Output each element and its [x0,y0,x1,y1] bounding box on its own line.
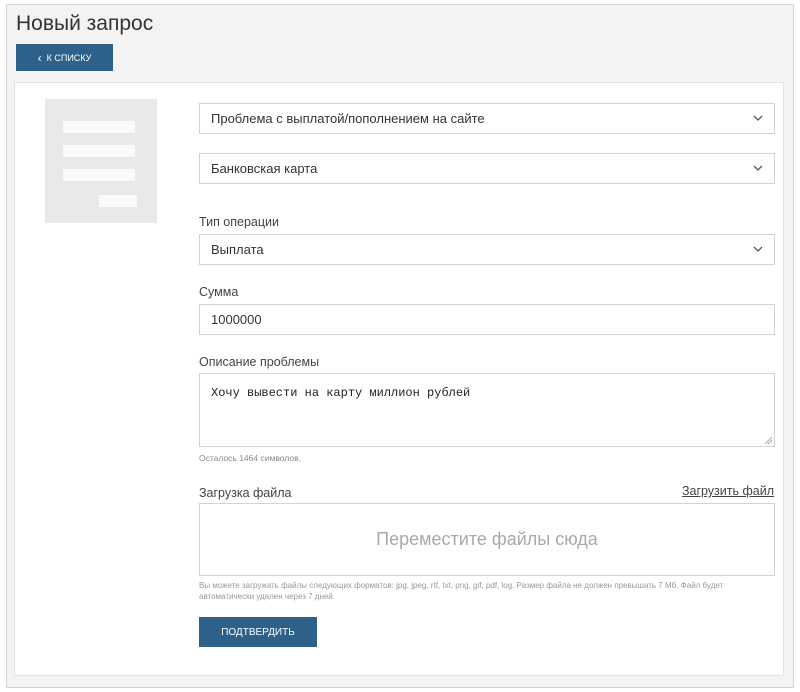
upload-hint: Вы можете загружать файлы следующих форм… [199,581,724,601]
upload-file-link[interactable]: Загрузить файл [682,484,774,498]
category-select[interactable]: Проблема с выплатой/пополнением на сайте [199,103,775,134]
illustration-line [63,121,135,133]
chevron-down-icon [753,115,763,121]
character-counter: Осталось 1464 символов. [199,453,301,463]
back-to-list-button[interactable]: ‹ К списку [16,44,113,71]
operation-type-value: Выплата [211,242,264,257]
chevron-left-icon: ‹ [37,50,42,65]
resize-grip-icon[interactable] [763,435,773,445]
category-select-value: Проблема с выплатой/пополнением на сайте [211,111,485,126]
page-title: Новый запрос [16,12,154,35]
operation-type-label: Тип операции [199,215,280,229]
illustration-line [99,195,137,207]
submit-button[interactable]: Подтвердить [199,617,317,647]
form-panel: Проблема с выплатой/пополнением на сайте… [14,82,784,676]
drop-zone-text: Переместите файлы сюда [376,529,598,549]
illustration-line [63,169,135,181]
amount-input[interactable] [199,304,775,335]
operation-type-select[interactable]: Выплата [199,234,775,265]
payment-method-select[interactable]: Банковская карта [199,153,775,184]
chevron-down-icon [753,246,763,252]
description-label: Описание проблемы [199,355,320,369]
payment-method-value: Банковская карта [211,161,318,176]
file-drop-zone[interactable]: Переместите файлы сюда [199,503,775,576]
form-document-icon [45,99,157,223]
file-upload-label: Загрузка файла [199,486,292,500]
amount-label: Сумма [199,285,239,299]
back-button-label: К списку [46,52,92,63]
chevron-down-icon [753,165,763,171]
illustration-line [63,145,135,157]
description-textarea[interactable]: Хочу вывести на карту миллион рублей [199,373,775,447]
